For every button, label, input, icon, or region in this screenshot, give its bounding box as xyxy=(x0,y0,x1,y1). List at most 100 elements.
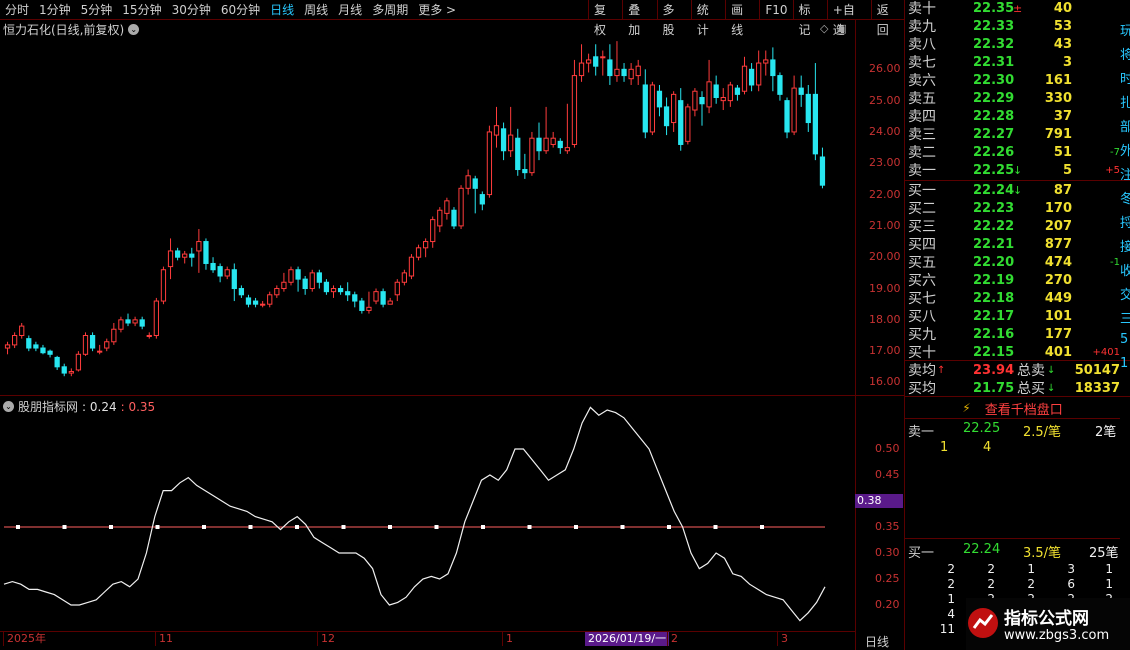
toolbar-button-0[interactable]: 复权 xyxy=(588,0,622,37)
candle-body xyxy=(571,75,578,145)
toolbar-button-3[interactable]: 统计 xyxy=(690,0,725,37)
ob-level-label: 买六 xyxy=(908,273,936,289)
window-icon[interactable]: ▣ xyxy=(836,22,846,35)
candle-body xyxy=(678,100,684,145)
ob-volume: 37 xyxy=(1053,108,1072,124)
bid-row[interactable]: 买八 22.17 101 xyxy=(905,307,1130,326)
bid-row[interactable]: 买九 22.16 177 xyxy=(905,325,1130,344)
ask-row[interactable]: 卖十 22.35 ±40 xyxy=(905,0,1130,18)
side-fragment: 收 xyxy=(1120,264,1130,279)
ob-arrow: ↓ xyxy=(1013,183,1023,197)
candle-body xyxy=(748,68,755,86)
avg-label: 卖均 xyxy=(908,363,936,379)
ask-row[interactable]: 卖五 22.29 330 xyxy=(905,89,1130,108)
candle-body xyxy=(557,140,563,149)
candle-body xyxy=(593,56,599,67)
period-tab-1[interactable]: 1分钟 xyxy=(34,0,76,20)
candle-body xyxy=(189,253,195,258)
queue-cell: 2 xyxy=(987,562,995,576)
candle-body xyxy=(642,84,648,133)
period-tab[interactable]: 日线 xyxy=(865,633,889,650)
period-tab-3[interactable]: 15分钟 xyxy=(117,0,166,20)
toolbar-button-5[interactable]: F10 xyxy=(759,0,792,20)
ob-level-label: 买三 xyxy=(908,219,936,235)
ob-level-label: 卖五 xyxy=(908,91,936,107)
order-book: 卖十 22.35 ±40 卖九 22.33 53 卖八 22.32 43 卖七 22.31 3 卖六 22… xyxy=(905,0,1130,397)
price-tick: 19.00 xyxy=(869,281,901,295)
indicator-cursor-value: 0.38 xyxy=(855,494,903,508)
thousand-depth-link[interactable]: ⚡ 查看千档盘口 xyxy=(905,398,1120,418)
period-tab-2[interactable]: 5分钟 xyxy=(76,0,118,20)
period-tab-0[interactable]: 分时 xyxy=(0,0,34,20)
diamond-icon[interactable]: ◇ xyxy=(820,22,828,35)
ask-row[interactable]: 卖四 22.28 37 xyxy=(905,107,1130,126)
bid-row[interactable]: 买四 22.21 877 xyxy=(905,235,1130,254)
candle-body xyxy=(210,262,216,271)
candle-body xyxy=(614,68,620,77)
toolbar-button-4[interactable]: 画线 xyxy=(725,0,759,37)
ob-price: 22.31 xyxy=(973,54,1015,70)
ask-row[interactable]: 卖八 22.32 43 xyxy=(905,35,1130,54)
total-label: 总买 xyxy=(1017,381,1045,397)
bid-row[interactable]: 买三 22.22 207 xyxy=(905,217,1130,236)
period-tab-8[interactable]: 月线 xyxy=(333,0,367,20)
candle-body xyxy=(12,335,18,346)
toolbar-button-7[interactable]: +自选 xyxy=(826,0,871,37)
candle-body xyxy=(529,137,535,174)
toolbar-button-1[interactable]: 叠加 xyxy=(622,0,656,37)
total-arrow-icon: ↓ xyxy=(1047,364,1056,376)
candle-body xyxy=(366,306,372,311)
bid-row[interactable]: 买十 22.15 401 +401 xyxy=(905,343,1130,362)
period-tab-7[interactable]: 周线 xyxy=(299,0,333,20)
tick-bid-label: 买一 xyxy=(908,546,935,561)
bid-row[interactable]: 买七 22.18 449 xyxy=(905,289,1130,308)
indicator-tick: 0.30 xyxy=(875,546,900,559)
toolbar-button-6[interactable]: 标记 xyxy=(792,0,827,37)
ob-volume: 177 xyxy=(1044,326,1072,342)
chevron-down-icon[interactable]: ⌄ xyxy=(128,23,140,35)
indicator-chart[interactable] xyxy=(0,397,855,631)
candle-body xyxy=(82,335,89,355)
tick-ask-q2: 4 xyxy=(983,440,992,455)
date-tick: 3 xyxy=(777,632,788,646)
queue-cell: 1 xyxy=(947,592,955,606)
ob-level-label: 买十 xyxy=(908,345,936,361)
candle-body xyxy=(295,269,301,280)
candle-body xyxy=(68,371,74,374)
side-fragment: 部 xyxy=(1120,120,1130,135)
candlestick-chart[interactable] xyxy=(0,38,855,395)
period-tab-6[interactable]: 日线 xyxy=(265,0,299,20)
period-tab-4[interactable]: 30分钟 xyxy=(167,0,216,20)
toolbar-button-8[interactable]: 返回 xyxy=(870,0,905,37)
period-tab-9[interactable]: 多周期 xyxy=(367,0,413,20)
ask-row[interactable]: 卖九 22.33 53 xyxy=(905,17,1130,36)
ob-price: 22.17 xyxy=(973,308,1015,324)
reference-dot xyxy=(341,525,346,529)
candle-body xyxy=(40,347,46,354)
candle-body xyxy=(437,209,443,227)
ob-price: 22.21 xyxy=(973,236,1015,252)
period-tab-10[interactable]: 更多 > xyxy=(413,0,461,20)
ask-row[interactable]: 卖二 22.26 51 -7 xyxy=(905,143,1130,162)
candle-body xyxy=(401,272,407,283)
ask-row[interactable]: 卖三 22.27 791 xyxy=(905,125,1130,144)
reference-dot xyxy=(155,525,160,529)
bid-row[interactable]: 买一 22.24 ↓ 87 xyxy=(905,181,1130,200)
queue-cell: 1 xyxy=(1105,562,1113,576)
ask-row[interactable]: 卖一 22.25 ↓ 5 +5 xyxy=(905,161,1130,180)
bid-row[interactable]: 买二 22.23 170 xyxy=(905,199,1130,218)
ob-volume: 53 xyxy=(1053,18,1072,34)
ask-row[interactable]: 卖六 22.30 161 xyxy=(905,71,1130,90)
bid-row[interactable]: 买六 22.19 270 xyxy=(905,271,1130,290)
candle-body xyxy=(607,59,613,77)
queue-cell: 1 xyxy=(1105,577,1113,591)
period-tab-5[interactable]: 60分钟 xyxy=(216,0,265,20)
bid-row[interactable]: 买五 22.20 474 -1 xyxy=(905,253,1130,272)
ask-row[interactable]: 卖七 22.31 3 xyxy=(905,53,1130,72)
candle-body xyxy=(486,131,493,196)
toolbar-button-2[interactable]: 多股 xyxy=(656,0,691,37)
total-label: 总卖 xyxy=(1017,363,1045,379)
ob-price: 22.19 xyxy=(973,272,1015,288)
candle-body xyxy=(472,178,478,189)
queue-cell: 6 xyxy=(1067,577,1075,591)
